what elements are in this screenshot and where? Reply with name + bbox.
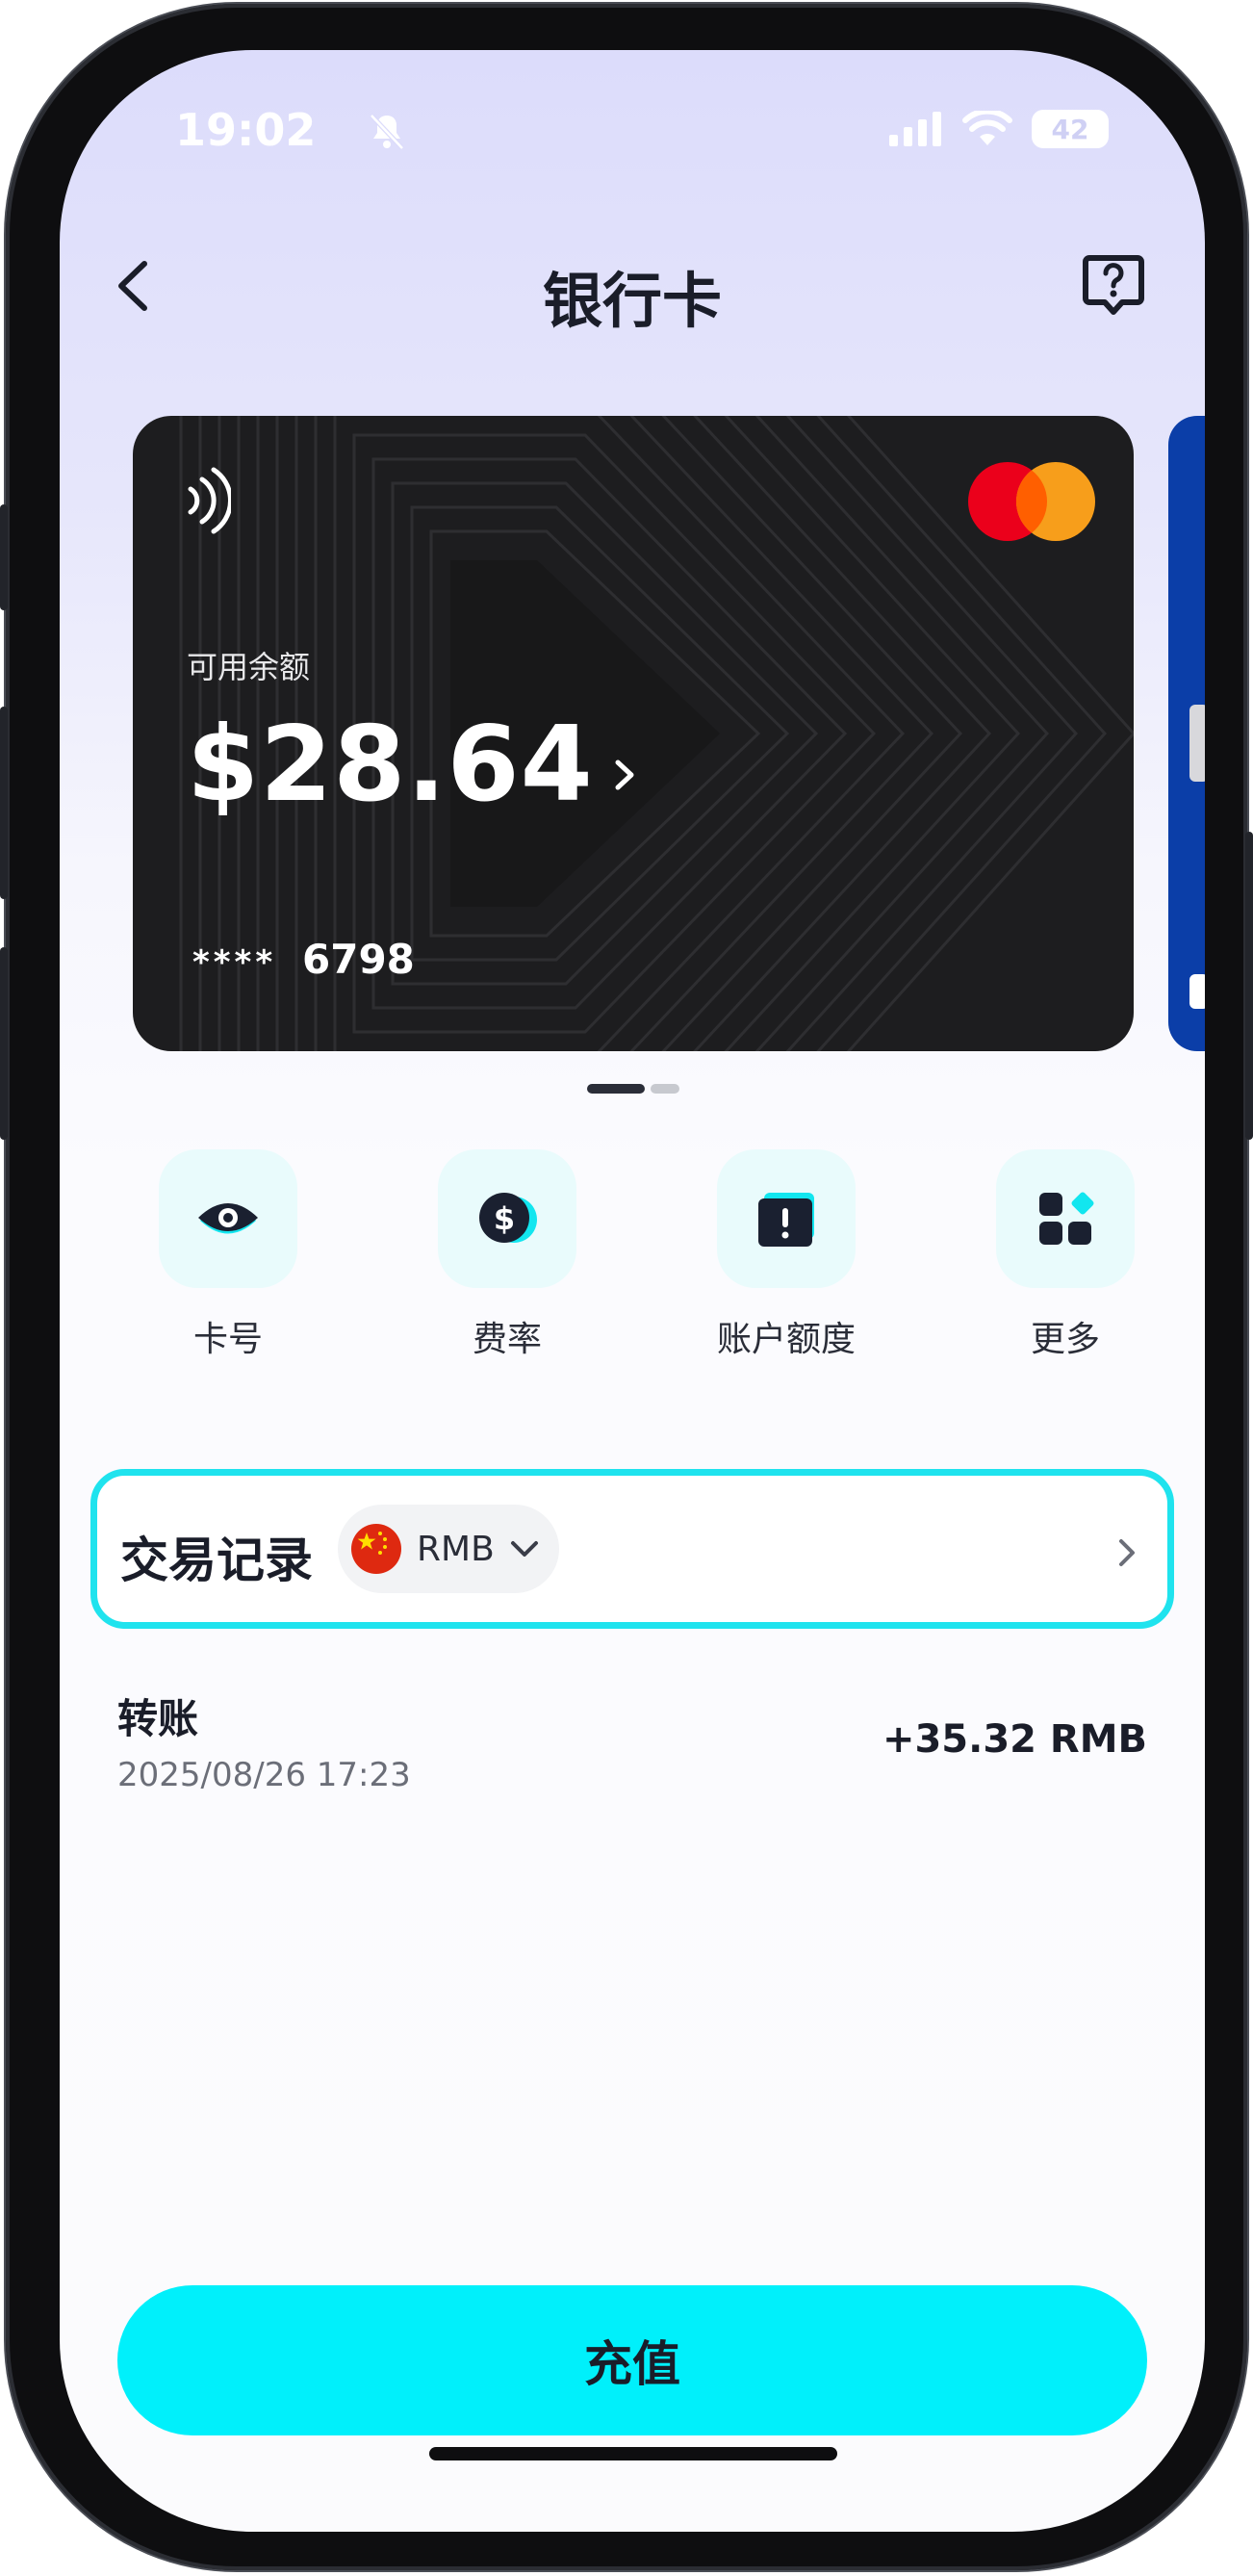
card-chip <box>1189 705 1205 782</box>
action-tile[interactable] <box>717 1149 856 1288</box>
page-title: 银行卡 <box>542 266 722 336</box>
wifi-icon <box>962 111 1012 145</box>
transaction-type: 转账 <box>117 1695 199 1742</box>
alert-card-icon <box>758 1193 814 1247</box>
screen: 19:02 42 银行卡 可用余额 $28.64 **** 6798 卡号 $ … <box>60 50 1205 2532</box>
quick-actions: 卡号 $ 费率 账户额度 更多 <box>117 1149 1176 1361</box>
china-flag-icon <box>351 1524 401 1574</box>
currency-label: RMB <box>417 1529 495 1569</box>
balance-label: 可用余额 <box>187 649 311 685</box>
status-time: 19:02 <box>175 104 317 156</box>
volume-down-button <box>0 947 8 1140</box>
home-indicator[interactable] <box>429 2447 837 2460</box>
action-label: 费率 <box>472 1320 542 1359</box>
cellular-icon <box>889 112 941 146</box>
action-label: 更多 <box>1030 1320 1100 1359</box>
next-card-preview[interactable] <box>1168 416 1205 1051</box>
chevron-right-icon[interactable] <box>610 751 639 799</box>
chevron-right-icon[interactable] <box>1113 1533 1140 1572</box>
svg-text:$: $ <box>494 1200 515 1237</box>
action-rates[interactable]: $ 费率 <box>396 1149 618 1361</box>
action-label: 账户额度 <box>716 1320 856 1359</box>
card-number-mask: **** <box>192 943 277 982</box>
dollar-coin-icon: $ <box>479 1193 537 1243</box>
transaction-row[interactable]: 转账 2025/08/26 17:23 +35.32 RMB <box>117 1687 1147 1802</box>
currency-selector[interactable]: RMB <box>338 1505 559 1593</box>
volume-up-button <box>0 707 8 899</box>
transaction-amount: +35.32 RMB <box>882 1717 1147 1762</box>
action-tile[interactable] <box>159 1149 297 1288</box>
bank-card[interactable]: 可用余额 $28.64 **** 6798 <box>133 416 1134 1051</box>
transaction-date: 2025/08/26 17:23 <box>117 1756 411 1794</box>
card-last-digits: 6798 <box>302 936 415 983</box>
action-more[interactable]: 更多 <box>955 1149 1176 1361</box>
carousel-indicator <box>587 1084 679 1094</box>
mute-switch <box>0 504 8 610</box>
battery-icon: 42 <box>1032 110 1109 148</box>
chevron-down-icon <box>510 1541 538 1557</box>
recharge-button[interactable]: 充值 <box>117 2285 1147 2435</box>
status-icons: 42 <box>889 110 1109 148</box>
grid-icon <box>1039 1192 1094 1245</box>
card-mark <box>1189 974 1205 1009</box>
action-account-limit[interactable]: 账户额度 <box>676 1149 897 1361</box>
help-bubble-icon[interactable] <box>1080 250 1147 318</box>
power-button <box>1245 832 1253 1140</box>
action-card-number[interactable]: 卡号 <box>117 1149 339 1361</box>
balance-amount[interactable]: $28.64 <box>187 705 594 825</box>
eye-icon <box>198 1203 258 1234</box>
phone-frame: 19:02 42 银行卡 可用余额 $28.64 **** 6798 卡号 $ … <box>0 4 1253 2570</box>
action-label: 卡号 <box>192 1320 263 1359</box>
bell-muted-icon <box>370 114 404 150</box>
mastercard-logo <box>968 462 1095 541</box>
carousel-dot <box>651 1084 679 1094</box>
action-tile[interactable] <box>996 1149 1135 1288</box>
contactless-icon <box>188 467 231 534</box>
transactions-header[interactable]: 交易记录 RMB <box>90 1469 1174 1629</box>
transactions-title: 交易记录 <box>120 1533 313 1588</box>
action-tile[interactable]: $ <box>438 1149 576 1288</box>
carousel-dot-active <box>587 1084 645 1094</box>
